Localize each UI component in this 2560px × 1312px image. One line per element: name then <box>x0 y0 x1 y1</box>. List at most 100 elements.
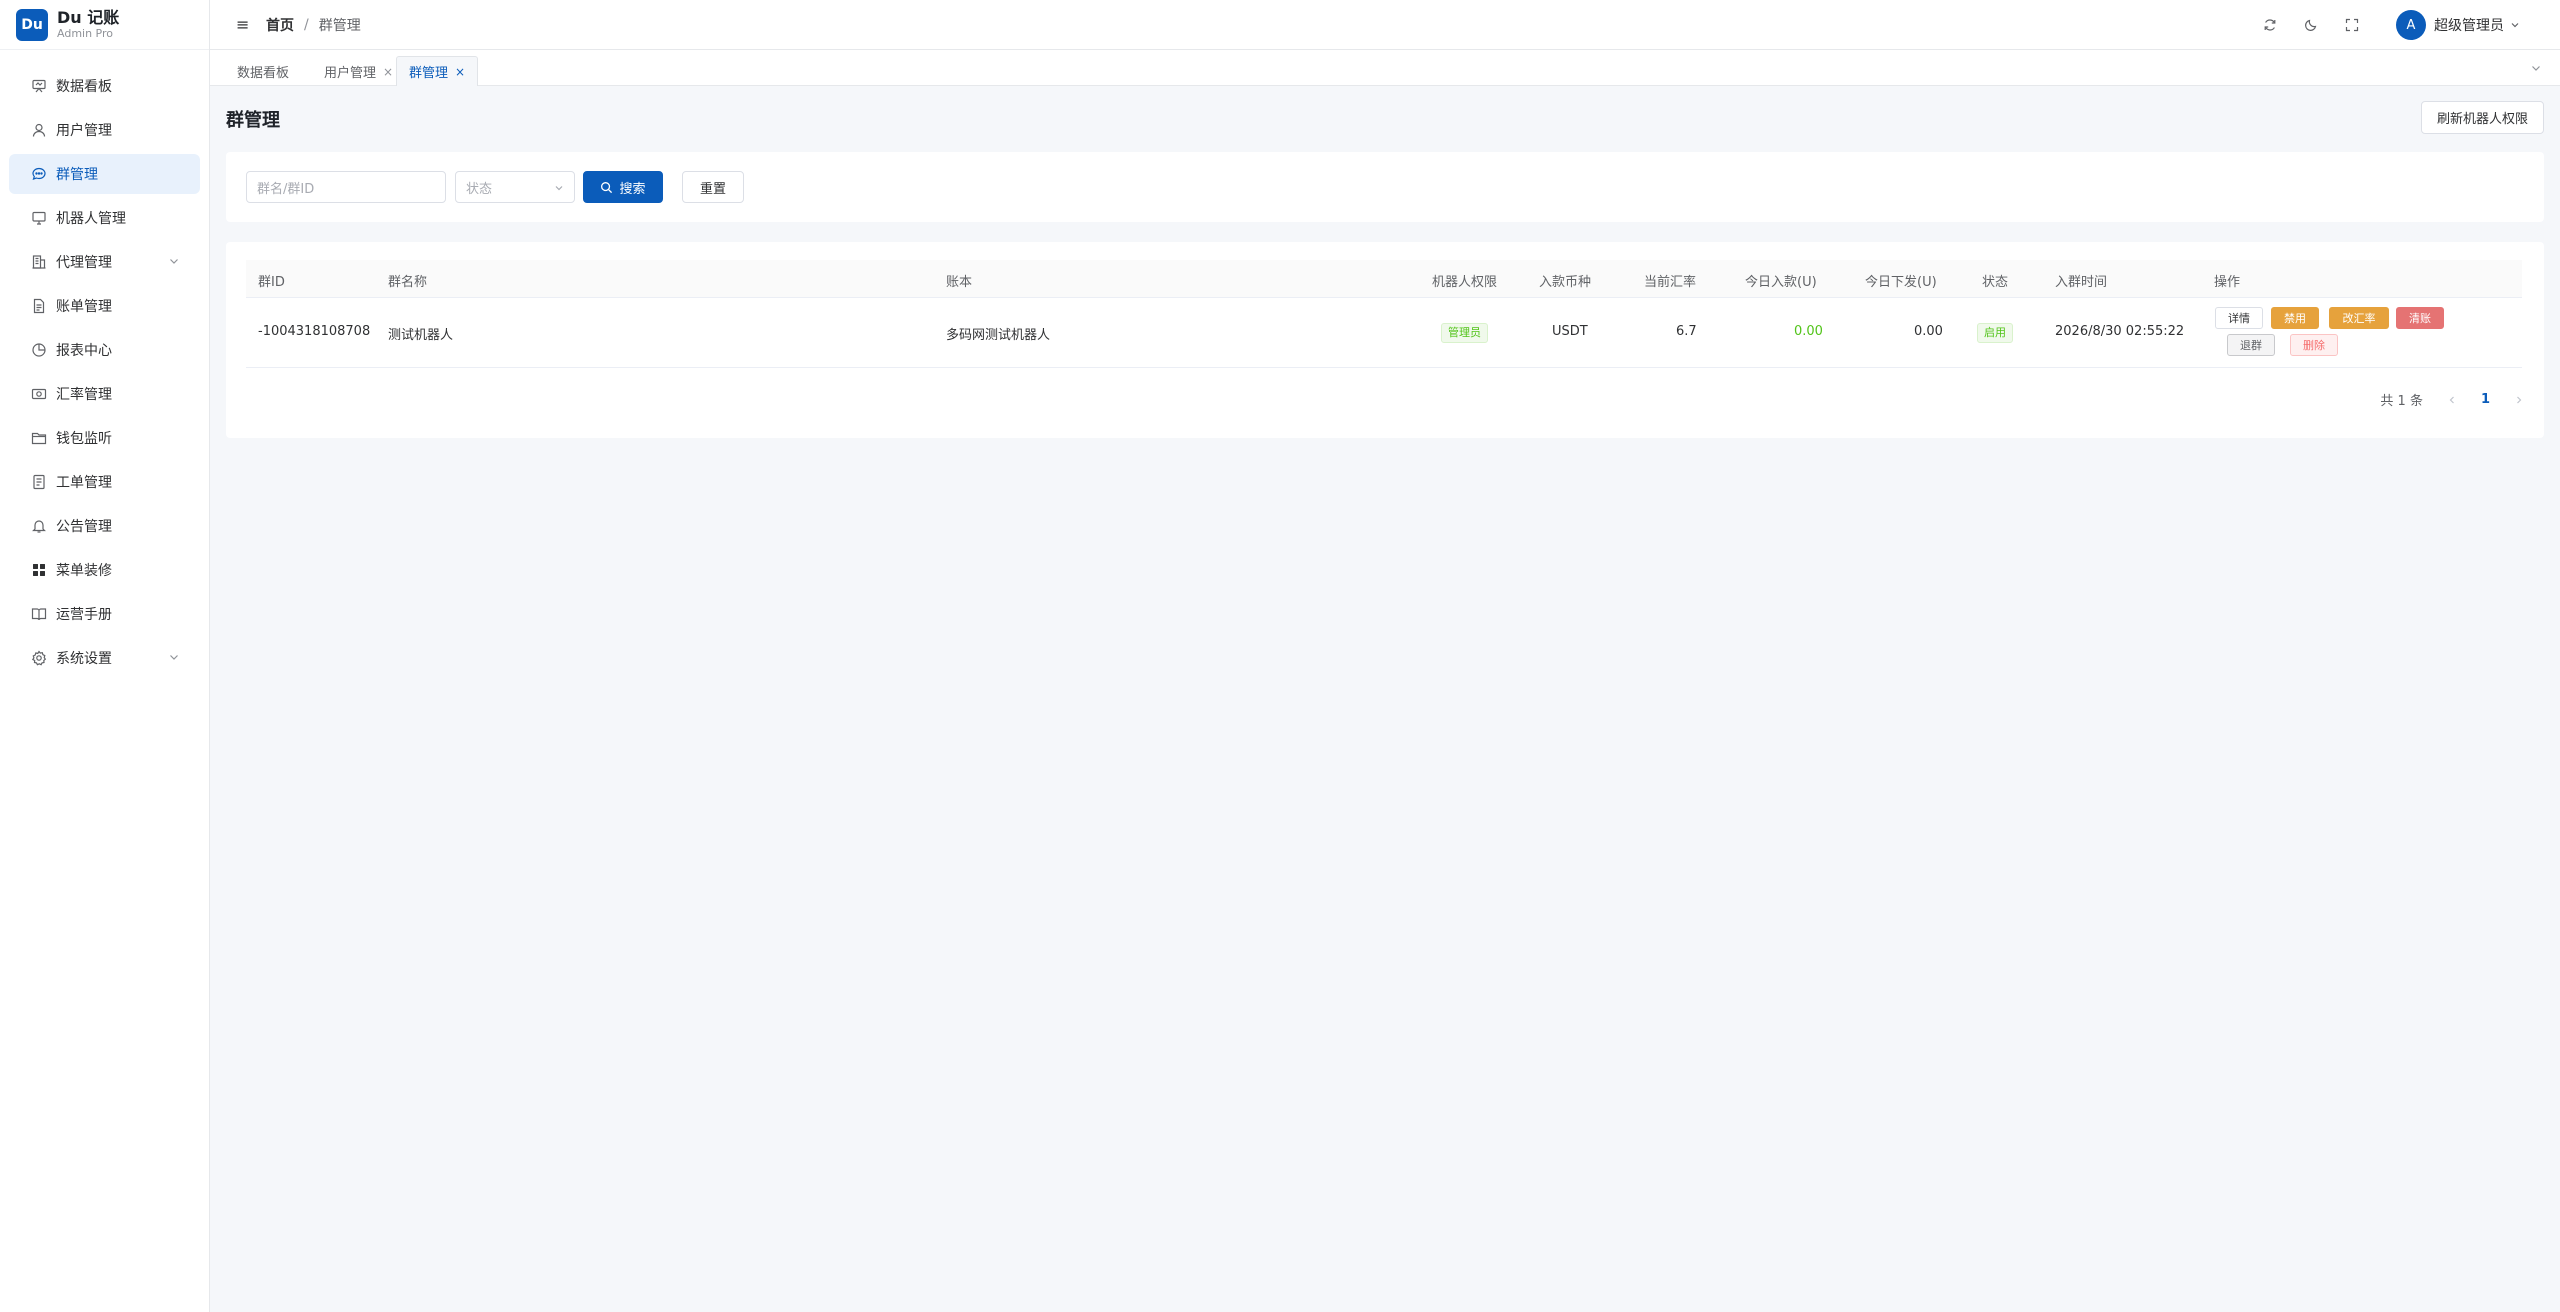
sidebar-item-label: 汇率管理 <box>56 387 112 403</box>
refresh-icon[interactable] <box>2263 18 2277 32</box>
sidebar-item-label: 运营手册 <box>56 607 112 623</box>
sidebar-item-label: 公告管理 <box>56 519 112 535</box>
chevron-down-icon <box>555 186 563 191</box>
brand-logo: Du <box>16 8 48 41</box>
pagination-page[interactable]: 1 <box>2481 392 2490 407</box>
brand[interactable]: Du Du 记账 Admin Pro <box>0 0 209 50</box>
building-icon <box>31 254 47 270</box>
detail-button[interactable]: 详情 <box>2215 307 2263 329</box>
sidebar-item-label: 代理管理 <box>56 255 112 271</box>
fullscreen-icon[interactable] <box>2345 18 2359 32</box>
sidebar-item-settings[interactable]: 系统设置 <box>9 638 200 678</box>
search-icon <box>601 181 613 193</box>
sidebar-item-label: 账单管理 <box>56 299 112 315</box>
sidebar: Du Du 记账 Admin Pro 数据看板 用户管理 群管理 机器人管理 代… <box>0 0 210 1312</box>
sidebar-item-label: 报表中心 <box>56 343 112 359</box>
sidebar-item-agents[interactable]: 代理管理 <box>9 242 200 282</box>
sidebar-item-bots[interactable]: 机器人管理 <box>9 198 200 238</box>
avatar[interactable]: A <box>2396 10 2426 40</box>
column-header: 入群时间 <box>2055 275 2108 290</box>
menu-toggle-icon[interactable]: ≡ <box>236 15 252 34</box>
breadcrumb-current: 群管理 <box>318 17 361 34</box>
bot-permission-tag: 管理员 <box>1441 323 1488 343</box>
tab-label: 群管理 <box>409 66 449 81</box>
sidebar-item-manual[interactable]: 运营手册 <box>9 594 200 634</box>
column-header: 群名称 <box>388 275 428 290</box>
cell-rate: 6.7 <box>1676 324 1697 339</box>
chevron-right-icon[interactable] <box>2514 395 2524 405</box>
cell-group-name: 测试机器人 <box>388 328 454 343</box>
chevron-down-icon[interactable] <box>2530 62 2542 74</box>
dark-mode-moon-icon[interactable] <box>2304 18 2318 32</box>
reset-button[interactable]: 重置 <box>682 171 744 203</box>
column-header: 当前汇率 <box>1644 275 1697 290</box>
sidebar-item-menu-decor[interactable]: 菜单装修 <box>9 550 200 590</box>
sidebar-item-bills[interactable]: 账单管理 <box>9 286 200 326</box>
chevron-left-icon[interactable] <box>2447 395 2457 405</box>
tickets-icon <box>31 474 47 490</box>
sidebar-item-announcements[interactable]: 公告管理 <box>9 506 200 546</box>
sidebar-item-label: 工单管理 <box>56 475 112 491</box>
chat-icon <box>31 166 47 182</box>
sidebar-item-groups[interactable]: 群管理 <box>9 154 200 194</box>
breadcrumb-separator: / <box>304 16 309 33</box>
sidebar-item-dashboard[interactable]: 数据看板 <box>9 66 200 106</box>
status-tag: 启用 <box>1977 323 2013 343</box>
tab-label: 数据看板 <box>237 66 290 81</box>
tab-users[interactable]: 用户管理 × <box>311 56 406 86</box>
close-icon[interactable]: × <box>383 65 393 79</box>
delete-button[interactable]: 删除 <box>2290 334 2338 356</box>
cell-today-out: 0.00 <box>1914 324 1943 339</box>
status-select-placeholder: 状态 <box>466 181 493 197</box>
table-row: -1004318108708 测试机器人 多码网测试机器人 管理员 USDT 6… <box>246 298 2522 368</box>
column-header: 入款币种 <box>1539 275 1592 290</box>
clear-account-button[interactable]: 清账 <box>2396 307 2444 329</box>
grid-icon <box>31 562 47 578</box>
pagination: 共 1 条 1 <box>2380 390 2524 409</box>
user-icon <box>31 122 47 138</box>
search-button-label: 搜索 <box>619 181 646 197</box>
pie-chart-icon <box>31 342 47 358</box>
pagination-total: 共 1 条 <box>2380 394 2423 409</box>
leave-group-button[interactable]: 退群 <box>2227 334 2275 356</box>
sidebar-item-label: 用户管理 <box>56 123 112 139</box>
user-name[interactable]: 超级管理员 <box>2434 15 2504 35</box>
sidebar-item-label: 菜单装修 <box>56 563 112 579</box>
change-rate-button[interactable]: 改汇率 <box>2329 307 2389 329</box>
refresh-bot-permission-button[interactable]: 刷新机器人权限 <box>2420 101 2544 134</box>
sidebar-item-wallet[interactable]: 钱包监听 <box>9 418 200 458</box>
chevron-down-icon[interactable] <box>2510 20 2520 30</box>
cell-currency: USDT <box>1552 324 1588 339</box>
table-header-row: 群ID 群名称 账本 机器人权限 入款币种 当前汇率 今日入款(U) 今日下发(… <box>246 260 2522 298</box>
tab-label: 用户管理 <box>324 66 377 81</box>
sidebar-item-label: 系统设置 <box>56 651 112 667</box>
sidebar-item-reports[interactable]: 报表中心 <box>9 330 200 370</box>
group-name-id-input[interactable]: 群名/群ID <box>246 171 446 203</box>
gear-icon <box>31 650 47 666</box>
cell-ledger: 多码网测试机器人 <box>946 328 1051 343</box>
sidebar-item-label: 钱包监听 <box>56 431 112 447</box>
bell-icon <box>31 518 47 534</box>
search-button[interactable]: 搜索 <box>583 171 663 203</box>
sidebar-menu: 数据看板 用户管理 群管理 机器人管理 代理管理 账单管理 报表中心 汇率管理 … <box>0 50 209 678</box>
column-header: 机器人权限 <box>1432 275 1498 290</box>
breadcrumb: 首页 / 群管理 <box>266 15 361 35</box>
tab-groups[interactable]: 群管理 × <box>396 56 479 86</box>
tab-dashboard[interactable]: 数据看板 <box>224 56 302 86</box>
brand-subtitle: Admin Pro <box>57 27 114 41</box>
disable-button[interactable]: 禁用 <box>2271 307 2319 329</box>
breadcrumb-home[interactable]: 首页 <box>266 15 294 35</box>
sidebar-item-rates[interactable]: 汇率管理 <box>9 374 200 414</box>
close-icon[interactable]: × <box>455 65 465 79</box>
tabs-bar: 数据看板 用户管理 × 群管理 × <box>210 50 2560 86</box>
sidebar-item-users[interactable]: 用户管理 <box>9 110 200 150</box>
column-header: 状态 <box>1982 275 2009 290</box>
cell-today-in: 0.00 <box>1794 324 1823 339</box>
sidebar-item-label: 数据看板 <box>56 79 112 95</box>
page-title: 群管理 <box>226 110 280 131</box>
table-card: 群ID 群名称 账本 机器人权限 入款币种 当前汇率 今日入款(U) 今日下发(… <box>226 242 2544 438</box>
status-select[interactable]: 状态 <box>455 171 575 203</box>
column-header: 操作 <box>2214 275 2241 290</box>
sidebar-item-tickets[interactable]: 工单管理 <box>9 462 200 502</box>
top-header: ≡ 首页 / 群管理 A 超级管理员 <box>210 0 2560 50</box>
